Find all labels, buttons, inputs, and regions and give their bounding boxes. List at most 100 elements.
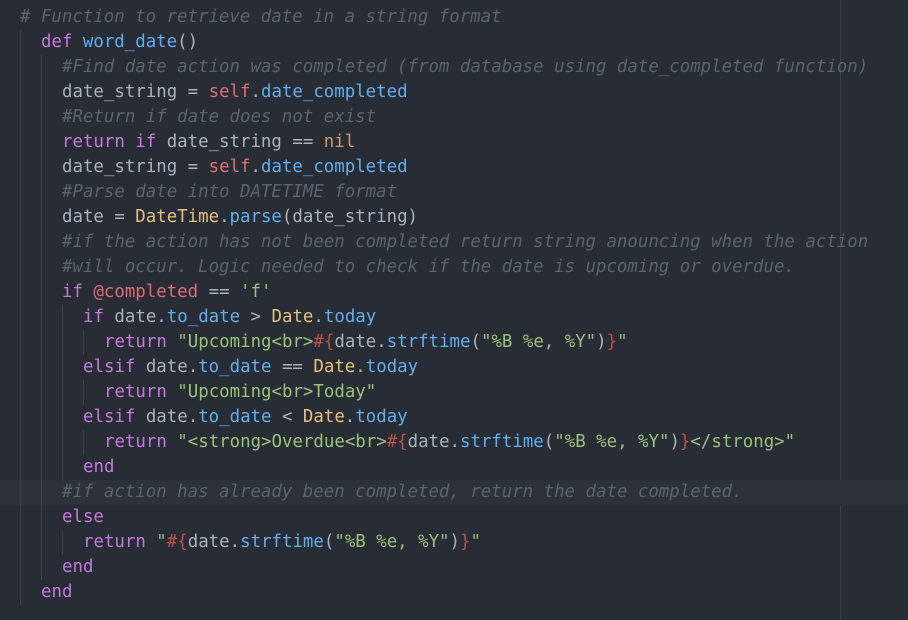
keyword-token: end: [41, 582, 73, 602]
code-line[interactable]: if @completed == 'f': [0, 280, 908, 305]
code-token: (): [177, 32, 199, 52]
indent-guide: [20, 405, 21, 430]
interpolation-token: }: [679, 432, 691, 452]
indent-guide: [20, 155, 21, 180]
keyword-token: if: [62, 282, 94, 302]
code-token: date.: [334, 332, 387, 352]
method-token: to_date: [198, 357, 272, 377]
code-line[interactable]: #will occur. Logic needed to check if th…: [0, 255, 908, 280]
code-line[interactable]: else: [0, 505, 908, 530]
code-token: date.: [114, 307, 167, 327]
comment-token: # Function to retrieve date in a string …: [20, 7, 502, 27]
code-line[interactable]: return "Upcoming<br>#{date.strftime("%B …: [0, 330, 908, 355]
code-line[interactable]: return "<strong>Overdue<br>#{date.strfti…: [0, 430, 908, 455]
indent-guide: [20, 255, 21, 280]
comment-token: #if the action has not been completed re…: [62, 232, 869, 252]
code-line[interactable]: end: [0, 580, 908, 605]
indent-guide: [62, 355, 63, 380]
code-token: ): [596, 332, 607, 352]
constant-token: DateTime: [135, 207, 220, 227]
method-token: strftime: [386, 332, 471, 352]
code-line[interactable]: if date.to_date > Date.today: [0, 305, 908, 330]
code-token: .: [313, 307, 324, 327]
interpolation-token: #{: [313, 332, 335, 352]
line-content: else: [62, 505, 104, 530]
code-token: .: [250, 157, 261, 177]
code-token: >: [240, 307, 272, 327]
line-content: #Find date action was completed (from da…: [62, 55, 868, 80]
indent-guide: [41, 555, 42, 580]
code-token: date =: [62, 207, 136, 227]
code-line[interactable]: # Function to retrieve date in a string …: [0, 5, 908, 30]
constant-token: Date: [271, 307, 314, 327]
string-token: "%B %e, %Y": [480, 332, 597, 352]
code-line[interactable]: #Return if date does not exist: [0, 105, 908, 130]
code-line[interactable]: date_string = self.date_completed: [0, 155, 908, 180]
indent-guide: [62, 330, 63, 355]
indent-guide: [20, 530, 21, 555]
code-line[interactable]: #Find date action was completed (from da…: [0, 55, 908, 80]
nil-token: nil: [323, 132, 356, 152]
code-line[interactable]: return "Upcoming<br>Today": [0, 380, 908, 405]
code-line[interactable]: elsif date.to_date < Date.today: [0, 405, 908, 430]
code-token: ): [669, 432, 680, 452]
indent-guide: [62, 455, 63, 480]
comment-token: #Return if date does not exist: [62, 107, 377, 127]
indent-guide: [41, 55, 42, 80]
method-token: word_date: [82, 32, 178, 52]
indent-guide: [20, 505, 21, 530]
keyword-token: return: [83, 532, 157, 552]
code-line[interactable]: #if the action has not been completed re…: [0, 230, 908, 255]
string-token: "Upcoming<br>Today": [177, 382, 377, 402]
indent-guide: [41, 80, 42, 105]
comment-token: #Find date action was completed (from da…: [62, 57, 869, 77]
keyword-token: elsif: [83, 407, 146, 427]
code-line[interactable]: end: [0, 555, 908, 580]
code-line[interactable]: return if date_string == nil: [0, 130, 908, 155]
code-token: (date_string): [281, 207, 419, 227]
interpolation-token: #{: [166, 532, 188, 552]
code-token: (: [543, 432, 555, 452]
code-line[interactable]: def word_date(): [0, 30, 908, 55]
indent-guide: [62, 380, 63, 405]
code-line[interactable]: date = DateTime.parse(date_string): [0, 205, 908, 230]
indent-guide: [41, 530, 42, 555]
code-line[interactable]: return "#{date.strftime("%B %e, %Y")}": [0, 530, 908, 555]
indent-guide: [20, 455, 21, 480]
line-content: date = DateTime.parse(date_string): [62, 205, 418, 230]
code-token: date.: [407, 432, 461, 452]
code-token: .: [250, 82, 261, 102]
line-content: return "Upcoming<br>Today": [104, 380, 376, 405]
string-token: "Upcoming<br>: [177, 332, 314, 352]
code-line-cursor[interactable]: #if action has already been completed, r…: [0, 480, 908, 505]
code-token: date.: [187, 532, 241, 552]
line-content: elsif date.to_date == Date.today: [83, 355, 418, 380]
code-line[interactable]: #Parse date into DATETIME format: [0, 180, 908, 205]
indent-guide: [41, 205, 42, 230]
code-line[interactable]: date_string = self.date_completed: [0, 80, 908, 105]
method-token: parse: [229, 207, 282, 227]
line-content: if @completed == 'f': [62, 280, 271, 305]
line-content: def word_date(): [41, 30, 198, 55]
code-line[interactable]: end: [0, 455, 908, 480]
code-token: date_string ==: [166, 132, 324, 152]
string-token: ": [470, 532, 481, 552]
method-token: date_completed: [260, 82, 408, 102]
keyword-token: else: [62, 507, 104, 527]
keyword-token: return: [104, 382, 178, 402]
comment-token: #Parse date into DATETIME format: [62, 182, 398, 202]
code-token: .: [344, 407, 356, 427]
self-token: self: [208, 157, 251, 177]
line-content: if date.to_date > Date.today: [83, 305, 376, 330]
line-content: elsif date.to_date < Date.today: [83, 405, 408, 430]
indent-guide: [41, 255, 42, 280]
string-token: </strong>": [690, 432, 796, 452]
code-token: .: [219, 207, 230, 227]
code-line[interactable]: elsif date.to_date == Date.today: [0, 355, 908, 380]
code-editor[interactable]: # Function to retrieve date in a string …: [0, 0, 908, 620]
code-token: ): [449, 532, 460, 552]
indent-guide: [20, 380, 21, 405]
code-token: ==: [198, 282, 241, 302]
line-content: #if the action has not been completed re…: [62, 230, 868, 255]
keyword-token: end: [83, 457, 115, 477]
